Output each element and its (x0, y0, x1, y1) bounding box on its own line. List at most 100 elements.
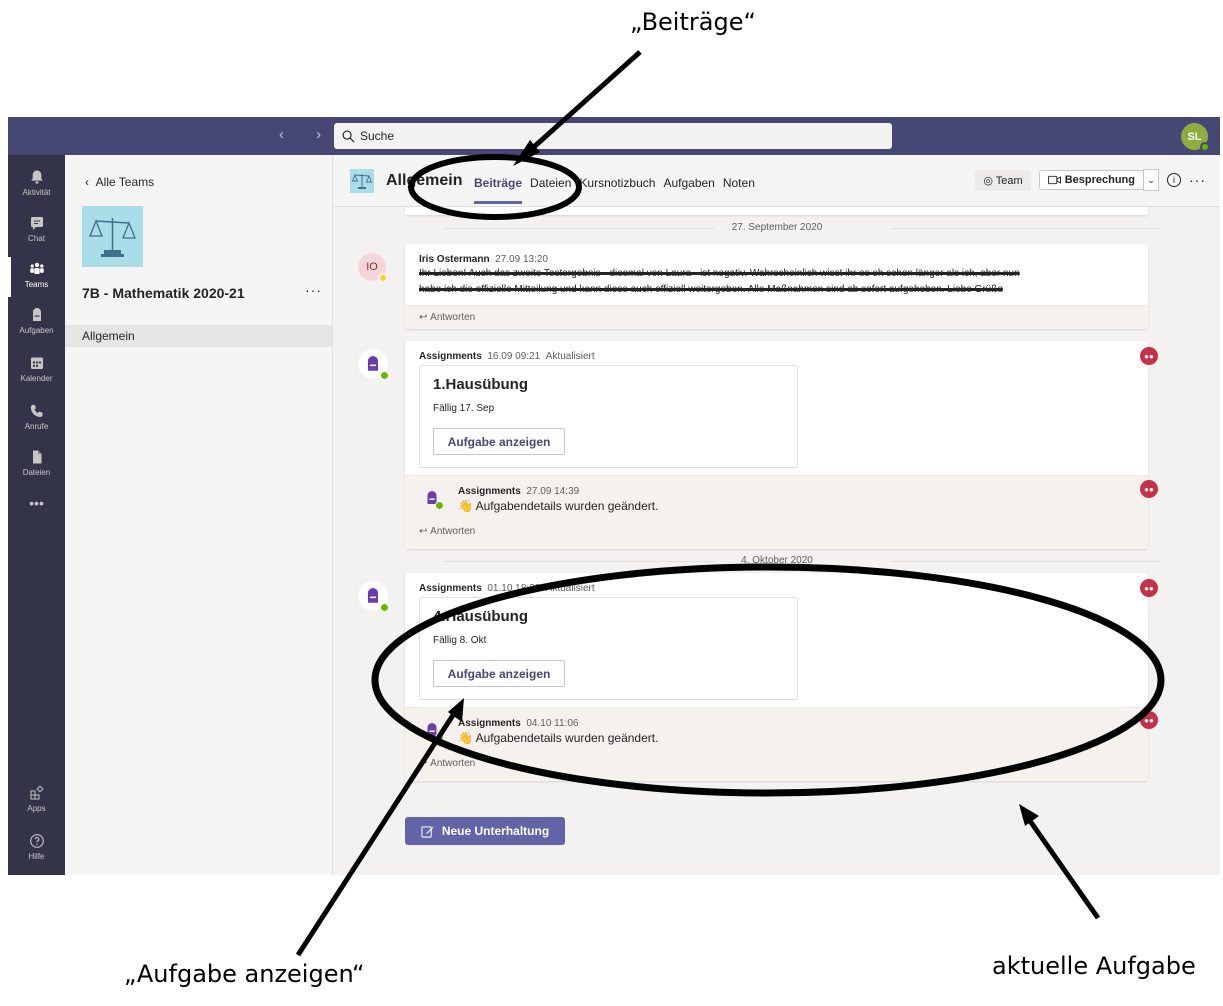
rail-label: Teams (24, 280, 49, 289)
rail-item-activity[interactable]: Aktivität (8, 161, 65, 209)
status-available-icon (380, 603, 389, 612)
reply-area: ↩ Antworten (405, 305, 1148, 329)
tab-noten[interactable]: Noten (723, 176, 755, 190)
eye-icon: ◎ (983, 174, 996, 187)
tab-aufgaben[interactable]: Aufgaben (663, 176, 714, 190)
app-rail: Aktivität Chat Teams Aufgaben Kalender A… (8, 155, 65, 875)
view-assignment-button[interactable]: Aufgabe anzeigen (433, 660, 565, 687)
date-divider: 4. Oktober 2020 (334, 555, 1220, 566)
assignments-avatar[interactable] (358, 349, 389, 380)
reaction-icon[interactable]: ●● (1140, 480, 1158, 498)
calendar-icon (30, 357, 43, 369)
team-pane: ‹ Alle Teams 7B - Mathematik 2020-21 ···… (65, 155, 333, 875)
tab-kursnotizbuch[interactable]: Kursnotizbuch (579, 176, 655, 190)
post-meta: Iris Ostermann 27.09 13:20 (419, 254, 548, 265)
assignment-due: Fällig 8. Okt (433, 635, 487, 646)
rail-item-apps[interactable]: Apps (8, 777, 65, 825)
rail-label: Dateien (22, 468, 51, 477)
reply-meta: Assignments 27.09 14:39 (458, 486, 579, 497)
help-icon (29, 834, 44, 848)
scales-icon (351, 173, 373, 189)
channel-header: Allgemein Beiträge Dateien Kursnotizbuch… (334, 155, 1220, 207)
post-author: Assignments (419, 583, 482, 594)
reply-label: Antworten (430, 758, 476, 769)
avatar[interactable]: IO (358, 253, 388, 283)
assignments-avatar[interactable] (358, 581, 389, 612)
search-placeholder: Suche (360, 129, 395, 143)
status-available-icon (380, 371, 389, 380)
assignment-post: Assignments 16.09 09:21 Aktualisiert 1.H… (405, 341, 1148, 549)
user-avatar[interactable]: SL (1181, 123, 1210, 152)
annotation-aktuelle-aufgabe: aktuelle Aufgabe (992, 952, 1196, 980)
meet-button[interactable]: Besprechung (1038, 170, 1144, 190)
post-text-line: habe ich die offizielle Mitteilung und k… (419, 284, 1003, 295)
assignment-card[interactable]: 4.Hausübung Fällig 8. Okt Aufgabe anzeig… (419, 597, 798, 700)
reaction-icon[interactable]: ●● (1140, 347, 1158, 365)
rail-item-assignments[interactable]: Aufgaben (8, 299, 65, 347)
reply-author: Assignments (458, 718, 521, 729)
rail-item-calls[interactable]: Anrufe (8, 395, 65, 443)
status-available-icon (1200, 142, 1210, 152)
team-button[interactable]: ◎ Team (975, 169, 1031, 191)
rail-item-calendar[interactable]: Kalender (8, 347, 65, 395)
channel-tabs: Beiträge Dateien Kursnotizbuch Aufgaben … (474, 176, 755, 204)
new-conversation-button[interactable]: Neue Unterhaltung (405, 817, 565, 845)
history-nav[interactable]: ‹ › (279, 126, 335, 143)
more-options-button[interactable]: ··· (1189, 172, 1206, 188)
rail-label: Kalender (20, 374, 53, 383)
rail-item-teams[interactable]: Teams (8, 253, 65, 301)
backpack-icon (32, 307, 41, 321)
reply-button[interactable]: ↩ Antworten (419, 312, 475, 323)
assignments-avatar[interactable] (421, 487, 444, 510)
phone-icon (30, 404, 43, 418)
assignments-avatar[interactable] (421, 719, 444, 742)
post-edited: Aktualisiert (545, 583, 595, 594)
rail-label: Hilfe (28, 852, 45, 861)
team-more-button[interactable]: ··· (305, 282, 322, 298)
rail-item-help[interactable]: Hilfe (8, 825, 65, 873)
reply-time: 04.10 11:06 (526, 718, 579, 729)
assignment-post: Assignments 01.10 18:22 Aktualisiert 4.H… (405, 573, 1148, 781)
chevron-left-icon: ‹ (85, 175, 96, 189)
team-name: 7B - Mathematik 2020-21 (82, 285, 245, 301)
scales-icon (89, 218, 136, 257)
rail-more-button[interactable]: ••• (8, 491, 65, 539)
info-icon: i (1173, 175, 1175, 185)
reply-button[interactable]: ↩ Antworten (419, 526, 475, 537)
channel-main: Allgemein Beiträge Dateien Kursnotizbuch… (334, 155, 1220, 875)
reply-time: 27.09 14:39 (526, 486, 580, 497)
meet-button-label: Besprechung (1064, 174, 1135, 186)
annotation-beitraege: „Beiträge“ (630, 8, 756, 36)
tab-dateien[interactable]: Dateien (530, 176, 571, 190)
meet-options-button[interactable]: ⌄ (1143, 169, 1159, 191)
rail-label: Apps (27, 804, 46, 813)
search-input[interactable]: Suche (334, 123, 892, 149)
view-assignment-button[interactable]: Aufgabe anzeigen (433, 428, 565, 455)
reply-author: Assignments (458, 486, 521, 497)
info-button[interactable]: i (1167, 173, 1181, 187)
reply-label: Antworten (430, 312, 476, 323)
rail-label: Aktivität (22, 188, 51, 197)
wave-emoji-icon: 👋 (458, 499, 476, 513)
reply-text: 👋 Aufgabendetails wurden geändert. (458, 731, 658, 745)
assignment-title: 4.Hausübung (433, 608, 529, 625)
post-edited: Aktualisiert (545, 351, 595, 362)
reply-text-content: Aufgabendetails wurden geändert. (475, 499, 659, 513)
rail-item-chat[interactable]: Chat (8, 207, 65, 255)
channel-title: Allgemein (386, 172, 463, 189)
rail-label: Anrufe (24, 422, 49, 431)
reply-button[interactable]: ↩ Antworten (419, 758, 475, 769)
apps-icon (30, 785, 44, 800)
reaction-icon[interactable]: ●● (1140, 579, 1158, 597)
reply-arrow-icon: ↩ (419, 526, 431, 537)
reaction-icon[interactable]: ●● (1140, 711, 1158, 729)
post-time: 01.10 18:22 (487, 583, 541, 594)
compose-icon (421, 825, 434, 838)
assignment-card[interactable]: 1.Hausübung Fällig 17. Sep Aufgabe anzei… (419, 365, 798, 468)
rail-item-files[interactable]: Dateien (8, 441, 65, 489)
channel-item-allgemein[interactable]: Allgemein (65, 325, 332, 347)
tab-beitraege[interactable]: Beiträge (474, 176, 523, 204)
back-to-teams-link[interactable]: ‹ Alle Teams (85, 175, 154, 189)
user-initials: SL (1187, 130, 1202, 143)
header-actions: ◎ Team Besprechung ⌄ i ··· (975, 169, 1206, 191)
